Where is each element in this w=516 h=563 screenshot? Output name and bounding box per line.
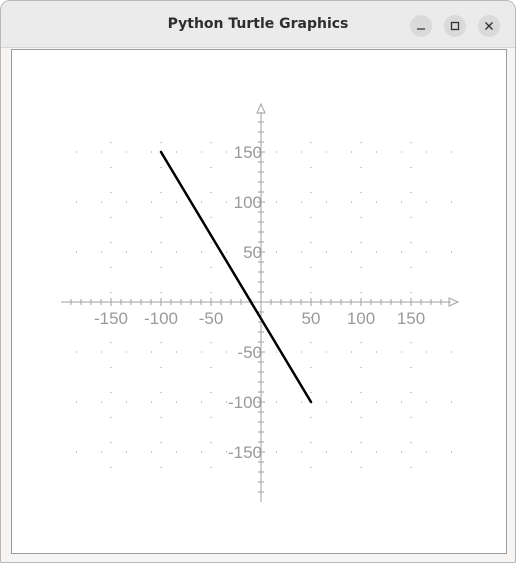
window-title: Python Turtle Graphics (167, 16, 349, 32)
turtle-plot: -150 -100 -50 50 100 150 150 100 50 -50 -100 -150 (61, 102, 461, 502)
close-icon (485, 22, 493, 30)
turtle-window: Python Turtle Graphics -150 -100 -50 50 100 1… (0, 0, 516, 563)
maximize-icon (450, 21, 460, 31)
x-tick-label: 150 (397, 309, 425, 328)
minimize-button[interactable] (410, 15, 432, 37)
x-tick-label: -100 (144, 309, 178, 328)
series (159, 150, 313, 404)
y-tick-label: 150 (234, 143, 262, 162)
y-tick-label: 50 (243, 243, 262, 262)
turtle-canvas[interactable]: -150 -100 -50 50 100 150 150 100 50 -50 -100 -150 (11, 49, 507, 554)
minimize-icon (417, 28, 425, 30)
close-button[interactable] (478, 15, 500, 37)
series-line (159, 150, 313, 404)
x-tick-label: -50 (199, 309, 224, 328)
title-bar[interactable]: Python Turtle Graphics (1, 1, 515, 48)
maximize-button[interactable] (444, 15, 466, 37)
y-tick-label: -150 (228, 443, 262, 462)
x-tick-label: -150 (94, 309, 128, 328)
x-tick-label: 50 (302, 309, 321, 328)
y-tick-label: -100 (228, 393, 262, 412)
y-axis-arrow (256, 102, 266, 114)
y-tick-label: 100 (234, 193, 262, 212)
y-tick-label: -50 (237, 343, 262, 362)
x-tick-label: 100 (347, 309, 375, 328)
